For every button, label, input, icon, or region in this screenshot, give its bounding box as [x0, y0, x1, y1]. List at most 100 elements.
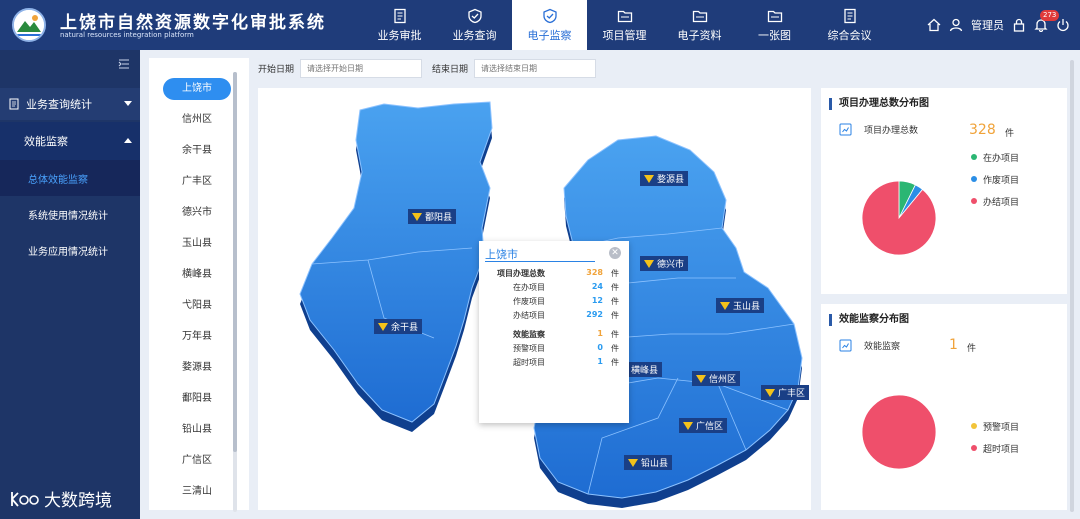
sidebar-item-overall[interactable]: 总体效能监察: [0, 160, 140, 196]
home-icon[interactable]: [927, 18, 941, 32]
power-icon[interactable]: [1056, 18, 1070, 32]
popup-row-label: 办结项目: [513, 311, 545, 320]
popup-row: 办结项目 292 件: [479, 310, 629, 324]
region-panel: 上饶市信州区余干县广丰区德兴市玉山县横峰县弋阳县万年县婺源县鄱阳县铅山县广信区三…: [149, 58, 249, 512]
nav-tab-2[interactable]: 电子监察: [512, 0, 587, 50]
map-label-wuyuan[interactable]: 婺源县: [640, 171, 689, 186]
region-item[interactable]: 三清山: [163, 481, 231, 503]
legend-label: 作废项目: [983, 175, 1020, 186]
map-label-yugan[interactable]: 余干县: [374, 319, 423, 334]
map-label-yanshan[interactable]: 铅山县: [624, 455, 673, 470]
region-popup: 上饶市 ✕ 项目办理总数 328 件在办项目 24 件作废项目 12 件办结项目 292 件效能…: [479, 241, 629, 423]
menu-collapse-icon[interactable]: [118, 58, 130, 70]
legend-item: 办结项目: [971, 190, 1019, 212]
sidebar-sub-efficiency[interactable]: 效能监察: [0, 122, 140, 160]
card-title: 项目办理总数分布图: [829, 98, 929, 110]
legend-item: 作废项目: [971, 168, 1019, 190]
watermark-text: 大数跨境: [44, 491, 112, 511]
map-label-guangxin[interactable]: 广信区: [679, 418, 728, 433]
date-filter: 开始日期 结束日期: [258, 58, 606, 78]
region-item[interactable]: 广丰区: [163, 171, 231, 193]
project-total-stat: 项目办理总数: [839, 123, 918, 136]
popup-row-label: 效能监察: [513, 330, 545, 339]
region-item[interactable]: 婺源县: [163, 357, 231, 379]
sidebar-item-business-usage[interactable]: 业务应用情况统计: [0, 232, 140, 268]
efficiency-pie-chart[interactable]: [861, 394, 937, 470]
pie-slice-1[interactable]: [861, 394, 937, 470]
lock-icon[interactable]: [1012, 18, 1026, 32]
legend-item: 超时项目: [971, 437, 1019, 459]
sidebar-sub-label: 效能监察: [24, 135, 68, 148]
nav-tab-6[interactable]: 综合会议: [812, 0, 887, 50]
start-date-input[interactable]: [300, 58, 423, 78]
pie-slice-2[interactable]: [861, 180, 937, 256]
region-item[interactable]: 鄱阳县: [163, 388, 231, 410]
popup-row-unit: 件: [611, 269, 619, 278]
popup-row-value: 1: [597, 357, 603, 366]
map-label-poyang[interactable]: 鄱阳县: [408, 209, 457, 224]
legend-label: 在办项目: [983, 153, 1020, 164]
watermark-icon: [11, 491, 39, 507]
efficiency-total-unit: 件: [967, 344, 977, 354]
nav-tab-1[interactable]: 业务查询: [437, 0, 512, 50]
end-date-input[interactable]: [474, 58, 597, 78]
nav-tab-label: 业务审批: [377, 28, 422, 42]
chevron-down-icon: [124, 101, 132, 106]
marker-icon: [644, 259, 654, 268]
map-label-yushan[interactable]: 玉山县: [716, 298, 765, 313]
region-item[interactable]: 玉山县: [163, 233, 231, 255]
project-distribution-card: 项目办理总数分布图 项目办理总数 328 件 在办项目 作废项目 办结项目: [821, 88, 1067, 294]
map-label-dexing[interactable]: 德兴市: [640, 256, 689, 271]
legend-label: 办结项目: [983, 197, 1020, 208]
popup-row-unit: 件: [611, 344, 619, 353]
region-item[interactable]: 德兴市: [163, 202, 231, 224]
popup-row-unit: 件: [611, 358, 619, 367]
nav-tab-0[interactable]: 业务审批: [362, 0, 437, 50]
chevron-up-icon: [124, 138, 132, 143]
bell-icon[interactable]: 273: [1034, 10, 1060, 33]
region-item[interactable]: 信州区: [163, 109, 231, 131]
region-item[interactable]: 广信区: [163, 450, 231, 472]
legend-swatch: [971, 423, 977, 429]
sidebar-item-system-usage[interactable]: 系统使用情况统计: [0, 196, 140, 232]
doc-icon: [393, 8, 406, 23]
efficiency-legend: 预警项目 超时项目: [971, 415, 1019, 459]
nav-tab-label: 电子监察: [527, 28, 572, 42]
popup-row: 效能监察 1 件: [479, 329, 629, 343]
folder-icon: [767, 10, 782, 22]
region-scrollbar[interactable]: [233, 72, 237, 512]
popup-title: 上饶市: [485, 248, 518, 261]
popup-row-value: 1: [597, 329, 603, 338]
sidebar-group-query-stats[interactable]: 业务查询统计: [0, 88, 140, 120]
project-pie-chart[interactable]: [861, 180, 937, 256]
region-item[interactable]: 余干县: [163, 140, 231, 162]
region-item[interactable]: 弋阳县: [163, 295, 231, 317]
marker-icon: [644, 174, 654, 183]
map-label-xinzhou[interactable]: 信州区: [692, 371, 741, 386]
page-scrollbar[interactable]: [1070, 60, 1074, 512]
popup-row: 在办项目 24 件: [479, 282, 629, 296]
region-item[interactable]: 万年县: [163, 326, 231, 348]
nav-tab-3[interactable]: 项目管理: [587, 0, 662, 50]
start-date-label: 开始日期: [258, 64, 295, 75]
map-label-guangfeng[interactable]: 广丰区: [761, 385, 810, 400]
doc-icon: [9, 98, 19, 110]
popup-row-label: 作废项目: [513, 297, 545, 306]
legend-swatch: [971, 198, 977, 204]
efficiency-total-value: 1: [949, 337, 958, 353]
region-item[interactable]: 铅山县: [163, 419, 231, 441]
efficiency-total-stat: 效能监察: [839, 339, 900, 352]
region-item[interactable]: 上饶市: [163, 78, 231, 100]
nav-tab-label: 电子资料: [677, 28, 722, 42]
nav-tab-5[interactable]: 一张图: [737, 0, 812, 50]
close-icon[interactable]: ✕: [609, 247, 621, 259]
nav-tab-4[interactable]: 电子资料: [662, 0, 737, 50]
user-icon[interactable]: [949, 18, 963, 32]
region-item[interactable]: 横峰县: [163, 264, 231, 286]
user-name[interactable]: 管理员: [971, 17, 1004, 33]
popup-row-unit: 件: [611, 283, 619, 292]
watermark-logo: 大数跨境: [10, 486, 112, 511]
folder-icon: [692, 10, 707, 22]
popup-row-value: 24: [591, 282, 603, 291]
legend-item: 预警项目: [971, 415, 1019, 437]
